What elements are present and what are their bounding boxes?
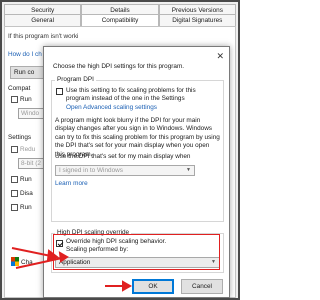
- screenshot-frame: [0, 0, 240, 300]
